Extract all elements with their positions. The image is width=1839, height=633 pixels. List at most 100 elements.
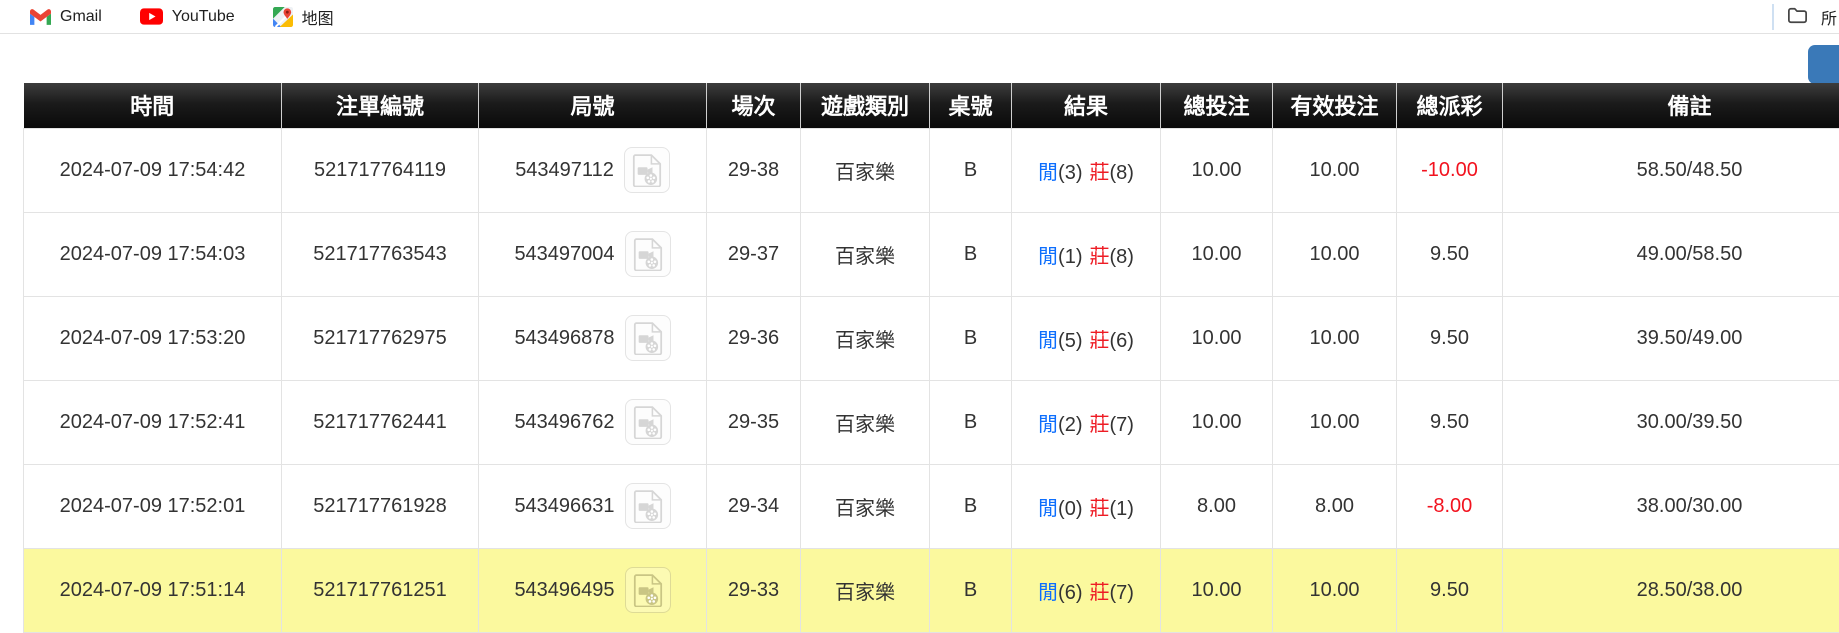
cell-payout: 9.50 xyxy=(1397,212,1503,296)
cell-valid-bet: 10.00 xyxy=(1273,548,1397,632)
result-banker-score: (8) xyxy=(1110,246,1134,268)
table-header-row: 時間 注單編號 局號 場次 遊戲類別 桌號 結果 總投注 有效投注 總派彩 備註 xyxy=(24,83,1839,128)
cell-table-no: B xyxy=(930,212,1012,296)
col-header-session: 場次 xyxy=(707,83,801,128)
maps-icon xyxy=(273,7,293,27)
bookmarks-bar-right: 所 xyxy=(1772,0,1839,34)
cell-session: 29-33 xyxy=(707,548,801,632)
cell-round-no: 543497112 xyxy=(479,128,707,212)
bookmark-gmail[interactable]: Gmail xyxy=(30,8,102,26)
cell-total-bet[interactable]: 10.00 xyxy=(1161,212,1273,296)
bookmark-label: 地图 xyxy=(302,5,334,29)
video-replay-button[interactable] xyxy=(625,483,671,529)
cell-session: 29-34 xyxy=(707,464,801,548)
cell-time: 2024-07-09 17:52:01 xyxy=(24,464,282,548)
video-replay-button[interactable] xyxy=(625,315,671,361)
result-player-score: (0) xyxy=(1058,498,1082,520)
all-bookmarks-label: 所 xyxy=(1821,5,1837,29)
bookmarks-separator xyxy=(1772,4,1774,30)
bookmark-maps[interactable]: 地图 xyxy=(273,5,334,29)
result-player-score: (5) xyxy=(1058,330,1082,352)
round-no-value: 543496878 xyxy=(514,327,614,350)
video-file-icon xyxy=(633,238,663,271)
cell-table-no: B xyxy=(930,296,1012,380)
cell-remark: 28.50/38.00 xyxy=(1503,548,1839,632)
table-row: 2024-07-09 17:52:41 521717762441 5434967… xyxy=(24,380,1839,464)
col-header-game-type: 遊戲類別 xyxy=(801,83,930,128)
bet-history-table: 時間 注單編號 局號 場次 遊戲類別 桌號 結果 總投注 有效投注 總派彩 備註… xyxy=(23,83,1839,633)
col-header-round-no: 局號 xyxy=(479,83,707,128)
result-banker-label: 莊 xyxy=(1090,246,1110,268)
cell-result: 閒(6)莊(7) xyxy=(1012,548,1161,632)
cell-payout: -10.00 xyxy=(1397,128,1503,212)
table-row: 2024-07-09 17:54:03 521717763543 5434970… xyxy=(24,212,1839,296)
cell-total-bet[interactable]: 8.00 xyxy=(1161,464,1273,548)
cell-valid-bet: 10.00 xyxy=(1273,296,1397,380)
result-player-label: 閒 xyxy=(1038,498,1058,520)
result-banker-label: 莊 xyxy=(1090,330,1110,352)
cell-result: 閒(3)莊(8) xyxy=(1012,128,1161,212)
video-file-icon xyxy=(633,322,663,355)
cell-payout: 9.50 xyxy=(1397,380,1503,464)
side-panel-button[interactable] xyxy=(1808,45,1839,84)
cell-total-bet[interactable]: 10.00 xyxy=(1161,128,1273,212)
cell-payout: 9.50 xyxy=(1397,548,1503,632)
cell-bet-no: 521717763543 xyxy=(282,212,479,296)
result-banker-label: 莊 xyxy=(1090,582,1110,604)
cell-table-no: B xyxy=(930,464,1012,548)
cell-time: 2024-07-09 17:51:14 xyxy=(24,548,282,632)
result-player-label: 閒 xyxy=(1038,330,1058,352)
result-banker-score: (8) xyxy=(1110,162,1134,184)
video-file-icon xyxy=(633,406,663,439)
cell-bet-no: 521717761251 xyxy=(282,548,479,632)
cell-round-no: 543497004 xyxy=(479,212,707,296)
cell-game-type: 百家樂 xyxy=(801,212,930,296)
all-bookmarks-button[interactable] xyxy=(1786,4,1809,30)
cell-game-type: 百家樂 xyxy=(801,464,930,548)
cell-remark: 39.50/49.00 xyxy=(1503,296,1839,380)
round-no-value: 543496762 xyxy=(514,411,614,434)
col-header-bet-no: 注單編號 xyxy=(282,83,479,128)
cell-total-bet[interactable]: 10.00 xyxy=(1161,296,1273,380)
cell-game-type: 百家樂 xyxy=(801,380,930,464)
cell-bet-no: 521717761928 xyxy=(282,464,479,548)
bookmark-youtube[interactable]: YouTube xyxy=(140,8,235,26)
cell-round-no: 543496878 xyxy=(479,296,707,380)
table-row: 2024-07-09 17:54:42 521717764119 5434971… xyxy=(24,128,1839,212)
video-file-icon xyxy=(633,574,663,607)
col-header-result: 結果 xyxy=(1012,83,1161,128)
cell-result: 閒(0) 莊(1) xyxy=(1012,464,1161,548)
result-banker-label: 莊 xyxy=(1090,498,1110,520)
col-header-time: 時間 xyxy=(24,83,282,128)
video-replay-button[interactable] xyxy=(624,147,670,193)
bookmark-label: Gmail xyxy=(60,8,102,26)
cell-valid-bet: 10.00 xyxy=(1273,128,1397,212)
result-banker-score: (1) xyxy=(1110,498,1134,520)
cell-result: 閒(5)莊(6) xyxy=(1012,296,1161,380)
cell-table-no: B xyxy=(930,380,1012,464)
cell-bet-no: 521717762975 xyxy=(282,296,479,380)
result-banker-score: (7) xyxy=(1110,414,1134,436)
cell-valid-bet: 10.00 xyxy=(1273,380,1397,464)
video-replay-button[interactable] xyxy=(625,399,671,445)
video-replay-button[interactable] xyxy=(625,231,671,277)
bookmark-label: YouTube xyxy=(172,8,235,26)
round-no-value: 543497112 xyxy=(515,159,614,182)
gmail-icon xyxy=(30,9,51,25)
col-header-valid-bet: 有效投注 xyxy=(1273,83,1397,128)
cell-session: 29-35 xyxy=(707,380,801,464)
cell-total-bet[interactable]: 10.00 xyxy=(1161,548,1273,632)
video-replay-button[interactable] xyxy=(625,567,671,613)
cell-session: 29-36 xyxy=(707,296,801,380)
cell-total-bet[interactable]: 10.00 xyxy=(1161,380,1273,464)
cell-payout: 9.50 xyxy=(1397,296,1503,380)
bookmarks-bar: Gmail YouTube 地图 xyxy=(0,0,1839,34)
cell-time: 2024-07-09 17:54:42 xyxy=(24,128,282,212)
result-player-score: (2) xyxy=(1058,414,1082,436)
cell-result: 閒(2)莊(7) xyxy=(1012,380,1161,464)
cell-time: 2024-07-09 17:53:20 xyxy=(24,296,282,380)
cell-payout: -8.00 xyxy=(1397,464,1503,548)
round-no-value: 543497004 xyxy=(514,243,614,266)
table-row: 2024-07-09 17:52:01 521717761928 5434966… xyxy=(24,464,1839,548)
cell-remark: 58.50/48.50 xyxy=(1503,128,1839,212)
